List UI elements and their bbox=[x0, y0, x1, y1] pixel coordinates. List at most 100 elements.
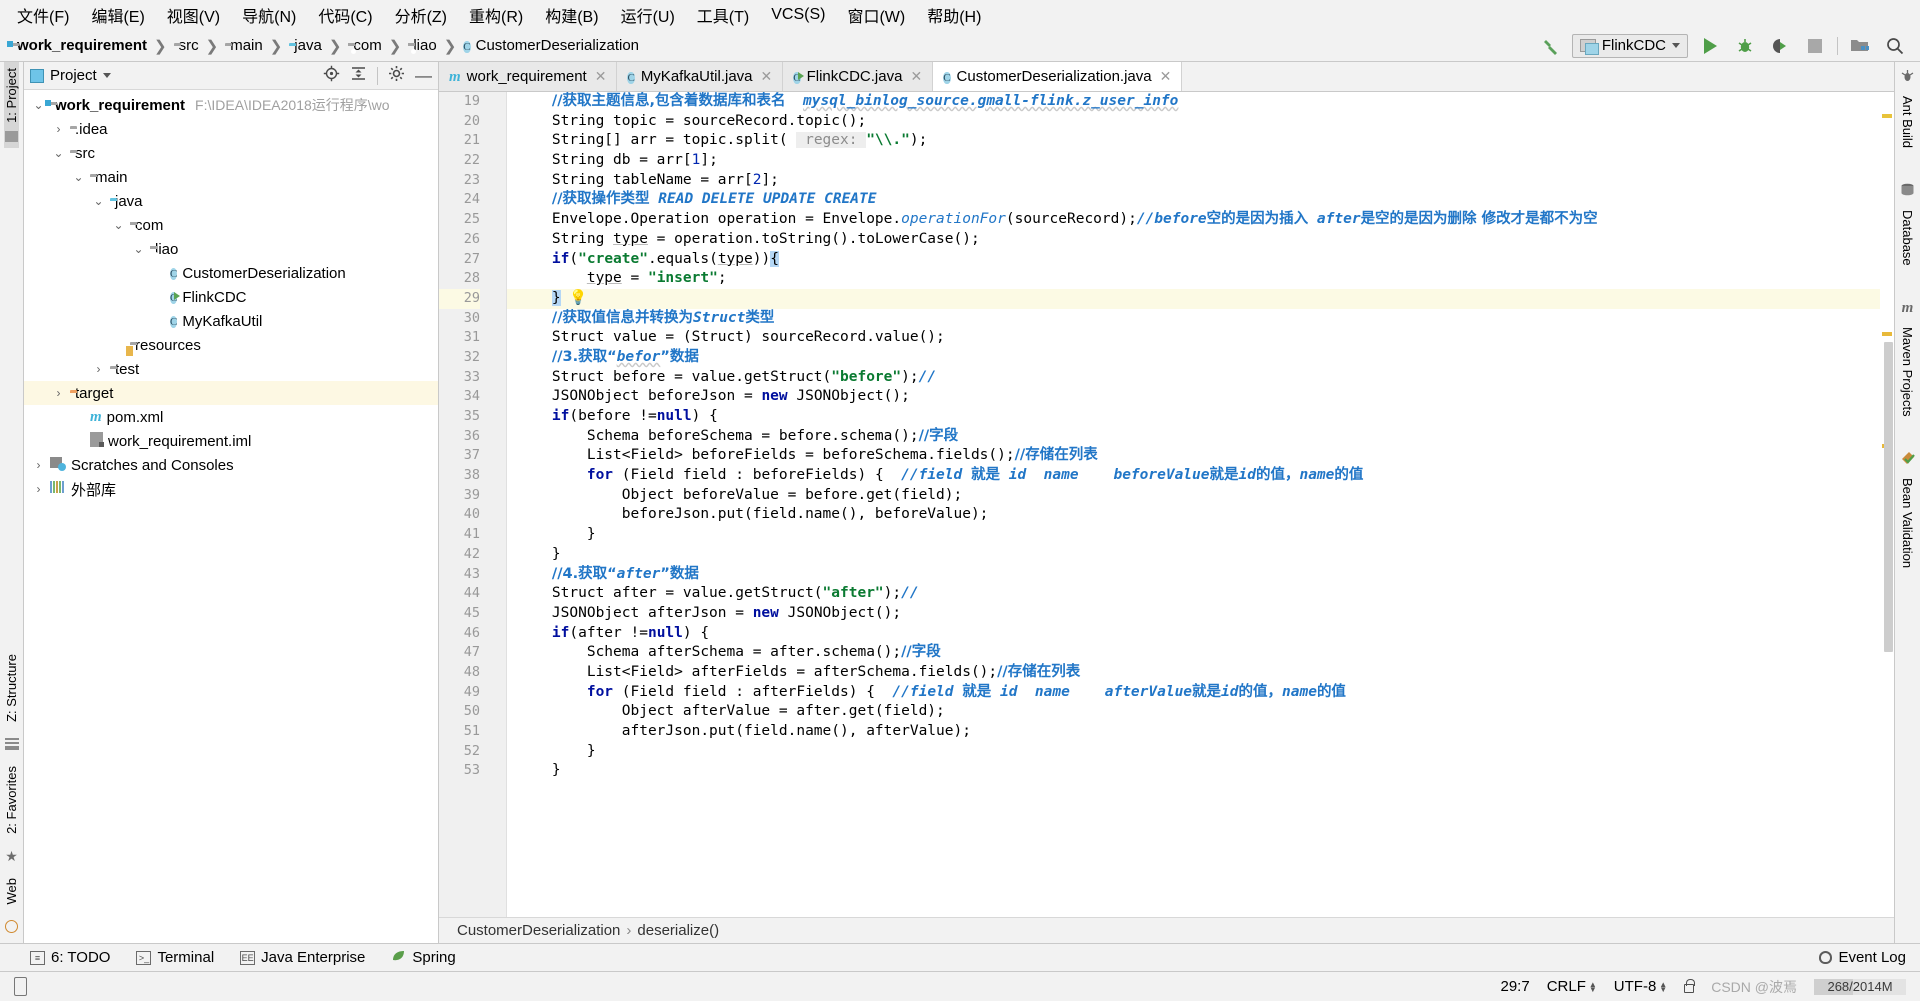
code-line[interactable]: Struct after = value.getStruct("after");… bbox=[507, 584, 1880, 604]
code-line[interactable]: afterJson.put(field.name(), afterValue); bbox=[507, 722, 1880, 742]
memory-indicator[interactable]: 268/2014M bbox=[1814, 978, 1906, 995]
caret-position[interactable]: 29:7 bbox=[1501, 978, 1530, 995]
code-line[interactable]: Envelope.Operation operation = Envelope.… bbox=[507, 210, 1880, 230]
tree-item-FlinkCDC[interactable]: C FlinkCDC bbox=[24, 285, 438, 309]
tree-item-main[interactable]: ⌄ main bbox=[24, 165, 438, 189]
code-line[interactable]: } 💡 bbox=[507, 288, 1880, 309]
rail-item-structure[interactable]: Z: Structure bbox=[4, 648, 19, 728]
tree-item-liao[interactable]: ⌄ liao bbox=[24, 237, 438, 261]
stripe-mark[interactable] bbox=[1882, 114, 1892, 118]
code-line[interactable]: String tableName = arr[2]; bbox=[507, 171, 1880, 191]
event-log-button[interactable]: Event Log bbox=[1819, 949, 1906, 966]
right-rail-item-database[interactable]: Database bbox=[1900, 182, 1915, 296]
code-line[interactable]: String db = arr[1]; bbox=[507, 151, 1880, 171]
code-line[interactable]: beforeJson.put(field.name(), beforeValue… bbox=[507, 505, 1880, 525]
code-line[interactable]: } bbox=[507, 545, 1880, 565]
tree-item-work_requirement[interactable]: ⌄ work_requirement F:\IDEA\IDEA2018运行程序\wo bbox=[24, 93, 438, 117]
gear-icon[interactable] bbox=[388, 65, 405, 86]
tree-item-test[interactable]: › test bbox=[24, 357, 438, 381]
menu-item-3[interactable]: 导航(N) bbox=[231, 1, 307, 29]
code-line[interactable]: List<Field> beforeFields = beforeSchema.… bbox=[507, 446, 1880, 466]
collapse-all-icon[interactable] bbox=[350, 65, 367, 86]
tree-item-resources[interactable]: resources bbox=[24, 333, 438, 357]
menu-item-9[interactable]: 工具(T) bbox=[686, 1, 760, 29]
chevron-down-icon[interactable]: ⌄ bbox=[72, 170, 85, 184]
breadcrumb-method[interactable]: deserialize() bbox=[637, 922, 719, 939]
menu-item-0[interactable]: 文件(F) bbox=[6, 1, 80, 29]
code-line[interactable]: Struct before = value.getStruct("before"… bbox=[507, 368, 1880, 388]
encoding-chevrons-icon[interactable]: ▲ ▼ bbox=[1659, 980, 1667, 993]
tree-item-target[interactable]: › target bbox=[24, 381, 438, 405]
menu-item-6[interactable]: 重构(R) bbox=[458, 1, 534, 29]
breadcrumb-item-src[interactable]: src bbox=[170, 37, 203, 54]
tree-item-work_requirement.iml[interactable]: work_requirement.iml bbox=[24, 429, 438, 453]
chevron-down-icon[interactable]: ⌄ bbox=[92, 194, 105, 208]
code-line[interactable]: //4.获取“after”数据 bbox=[507, 565, 1880, 585]
tool-window--todo[interactable]: ≡ 6: TODO bbox=[30, 949, 110, 966]
editor-tab-FlinkCDC.java[interactable]: C FlinkCDC.java ✕ bbox=[783, 62, 934, 91]
editor-tab-MyKafkaUtil.java[interactable]: C MyKafkaUtil.java ✕ bbox=[617, 62, 784, 91]
chevron-down-icon[interactable]: ⌄ bbox=[52, 146, 65, 160]
code-line[interactable]: String topic = sourceRecord.topic(); bbox=[507, 112, 1880, 132]
rail-item-favorites[interactable]: 2: Favorites bbox=[4, 760, 19, 840]
code-line[interactable]: Schema afterSchema = after.schema();//字段 bbox=[507, 643, 1880, 663]
code-line[interactable]: //获取操作类型 READ DELETE UPDATE CREATE bbox=[507, 190, 1880, 210]
menu-item-11[interactable]: 窗口(W) bbox=[836, 1, 916, 29]
menu-item-8[interactable]: 运行(U) bbox=[610, 1, 686, 29]
build-hammer-icon[interactable] bbox=[1537, 34, 1563, 58]
chevron-right-icon[interactable]: › bbox=[32, 458, 45, 472]
stripe-mark[interactable] bbox=[1882, 332, 1892, 336]
right-rail-item-ant-build[interactable]: Ant Build bbox=[1900, 68, 1915, 178]
project-tree[interactable]: ⌄ work_requirement F:\IDEA\IDEA2018运行程序\wo… bbox=[24, 90, 438, 943]
file-encoding[interactable]: UTF-8 bbox=[1614, 978, 1657, 995]
code-line[interactable]: Object beforeValue = before.get(field); bbox=[507, 486, 1880, 506]
code-line[interactable]: Struct value = (Struct) sourceRecord.val… bbox=[507, 328, 1880, 348]
code-line[interactable]: List<Field> afterFields = afterSchema.fi… bbox=[507, 663, 1880, 683]
chevron-right-icon[interactable]: › bbox=[52, 386, 65, 400]
tree-item-MyKafkaUtil[interactable]: C MyKafkaUtil bbox=[24, 309, 438, 333]
code-line[interactable]: type = "insert"; bbox=[507, 269, 1880, 289]
menu-item-7[interactable]: 构建(B) bbox=[534, 1, 609, 29]
code-line[interactable]: JSONObject afterJson = new JSONObject(); bbox=[507, 604, 1880, 624]
breadcrumb-item-liao[interactable]: liao bbox=[404, 37, 440, 54]
chevron-down-icon[interactable]: ⌄ bbox=[132, 242, 145, 256]
tree-item-Scratches and Consoles[interactable]: › Scratches and Consoles bbox=[24, 453, 438, 477]
code-content[interactable]: //获取主题信息,包含着数据库和表名 mysql_binlog_source.g… bbox=[507, 92, 1880, 917]
hide-panel-icon[interactable]: — bbox=[415, 67, 432, 84]
code-line[interactable]: Object afterValue = after.get(field); bbox=[507, 702, 1880, 722]
tree-item-CustomerDeserialization[interactable]: C CustomerDeserialization bbox=[24, 261, 438, 285]
code-line[interactable]: //获取值信息并转换为Struct类型 bbox=[507, 309, 1880, 329]
breadcrumb-class[interactable]: CustomerDeserialization bbox=[457, 922, 620, 939]
code-editor[interactable]: 19 20 21 22 23 24 25 26 27 28 29 30 31 32 33 34 35 36 37 38… bbox=[439, 92, 1894, 917]
editor-tab-CustomerDeserialization.java[interactable]: C CustomerDeserialization.java ✕ bbox=[933, 62, 1183, 91]
breadcrumb-item-main[interactable]: main bbox=[221, 37, 267, 54]
line-separator-chevrons-icon[interactable]: ▲ ▼ bbox=[1589, 980, 1597, 993]
breadcrumb-item-work_requirement[interactable]: work_requirement bbox=[8, 37, 151, 54]
tree-item-src[interactable]: ⌄ src bbox=[24, 141, 438, 165]
menu-item-10[interactable]: VCS(S) bbox=[760, 4, 836, 26]
code-line[interactable]: for (Field field : beforeFields) { //fie… bbox=[507, 466, 1880, 486]
run-with-coverage-button[interactable] bbox=[1767, 34, 1793, 58]
tool-window-spring[interactable]: Spring bbox=[391, 949, 456, 967]
close-icon[interactable]: ✕ bbox=[1160, 68, 1172, 85]
code-line[interactable]: JSONObject beforeJson = new JSONObject()… bbox=[507, 387, 1880, 407]
line-separator[interactable]: CRLF bbox=[1547, 978, 1586, 995]
right-rail-item-maven-projects[interactable]: m Maven Projects bbox=[1900, 300, 1915, 447]
code-line[interactable]: if("create".equals(type)){ bbox=[507, 250, 1880, 270]
run-button[interactable] bbox=[1697, 34, 1723, 58]
error-stripe-markers[interactable] bbox=[1880, 92, 1894, 917]
breadcrumb-item-java[interactable]: java bbox=[285, 37, 326, 54]
code-line[interactable]: if(before !=null) { bbox=[507, 407, 1880, 427]
code-line[interactable]: if(after !=null) { bbox=[507, 624, 1880, 644]
rail-item-web[interactable]: Web bbox=[4, 872, 19, 911]
code-line[interactable]: String type = operation.toString().toLow… bbox=[507, 230, 1880, 250]
search-everywhere-icon[interactable] bbox=[1882, 34, 1908, 58]
chevron-down-icon[interactable]: ⌄ bbox=[112, 218, 125, 232]
rail-item-project[interactable]: 1: Project bbox=[4, 62, 19, 129]
tree-item-java[interactable]: ⌄ java bbox=[24, 189, 438, 213]
fold-gutter[interactable] bbox=[489, 92, 507, 917]
locate-target-icon[interactable] bbox=[323, 65, 340, 86]
tree-item-.idea[interactable]: › .idea bbox=[24, 117, 438, 141]
run-configuration-selector[interactable]: FlinkCDC bbox=[1571, 33, 1688, 58]
breadcrumb-item-com[interactable]: com bbox=[344, 37, 385, 54]
